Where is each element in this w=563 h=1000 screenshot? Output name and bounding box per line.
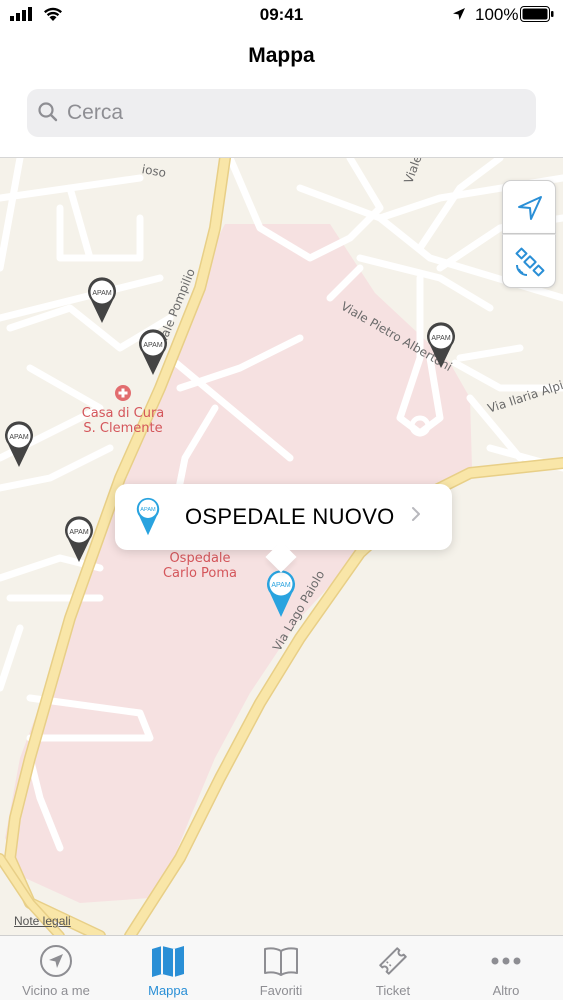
pin-badge-text: APAM bbox=[431, 335, 450, 342]
selected-stop-pin[interactable]: APAM bbox=[265, 568, 297, 623]
map-pin-icon: APAM bbox=[88, 277, 116, 323]
pin-badge-text: APAM bbox=[140, 507, 156, 513]
tab-label: Favoriti bbox=[259, 983, 303, 998]
poi-clinic-line2: S. Clemente bbox=[83, 421, 163, 436]
map-view[interactable]: Viale Pompilio Viale Pietro Albertoni Vi… bbox=[0, 157, 563, 935]
location-arrow-icon bbox=[518, 196, 542, 220]
tab-label: Mappa bbox=[148, 983, 188, 998]
chevron-right-icon[interactable] bbox=[411, 506, 421, 522]
tab-favoriti[interactable]: Favoriti bbox=[225, 936, 337, 1000]
battery-icon bbox=[520, 6, 554, 22]
location-services-icon bbox=[453, 8, 465, 20]
poi-clinic-line1: Casa di Cura bbox=[81, 406, 165, 421]
compass-arrow-icon bbox=[40, 945, 72, 977]
tab-label: Altro bbox=[492, 983, 520, 998]
stop-pin[interactable]: APAM bbox=[86, 276, 118, 329]
search-bar[interactable] bbox=[27, 89, 536, 137]
tab-label: Vicino a me bbox=[22, 983, 90, 998]
legal-notes-link[interactable]: Note legali bbox=[14, 914, 71, 928]
stop-pin[interactable]: APAM bbox=[137, 328, 169, 381]
tab-vicino-a-me[interactable]: Vicino a me bbox=[0, 936, 112, 1000]
pin-badge-text: APAM bbox=[69, 529, 88, 536]
page-title: Mappa bbox=[248, 44, 315, 67]
tab-label: Ticket bbox=[375, 983, 411, 998]
locate-me-button[interactable] bbox=[502, 180, 556, 234]
stop-pin[interactable]: APAM bbox=[3, 420, 35, 473]
stop-pin[interactable]: APAM bbox=[425, 321, 457, 374]
callout-title: OSPEDALE NUOVO bbox=[185, 504, 395, 529]
tab-altro[interactable]: Altro bbox=[450, 936, 562, 1000]
tab-bar: Vicino a me Mappa Favoriti Ticket Altro bbox=[0, 935, 563, 1000]
ticket-icon bbox=[379, 947, 407, 975]
poi-label-hospital[interactable]: Ospedale Carlo Poma bbox=[150, 551, 250, 581]
satellite-view-button[interactable] bbox=[502, 234, 556, 288]
more-dots-icon bbox=[491, 957, 521, 965]
map-pin-icon: APAM bbox=[427, 322, 455, 368]
search-icon bbox=[38, 102, 58, 122]
stop-pin[interactable]: APAM bbox=[63, 515, 95, 568]
stop-callout[interactable]: APAM OSPEDALE NUOVO bbox=[115, 484, 452, 573]
book-icon bbox=[264, 947, 298, 976]
search-input[interactable] bbox=[67, 97, 507, 129]
map-pin-icon: APAM bbox=[267, 570, 295, 617]
map-pin-icon: APAM bbox=[139, 329, 167, 375]
map-pin-icon: APAM bbox=[65, 516, 93, 562]
map-pin-icon: APAM bbox=[136, 497, 160, 536]
status-bar: 09:41 100% bbox=[0, 0, 563, 30]
poi-hospital-line2: Carlo Poma bbox=[162, 566, 238, 581]
pin-badge-text: APAM bbox=[271, 582, 290, 589]
battery-percent: 100% bbox=[475, 5, 519, 24]
pin-badge-text: APAM bbox=[92, 290, 111, 297]
map-pin-icon: APAM bbox=[5, 421, 34, 467]
map-icon bbox=[152, 946, 184, 977]
poi-label-clinic[interactable]: Casa di Cura S. Clemente bbox=[70, 406, 176, 436]
poi-hospital-line1: Ospedale bbox=[169, 551, 231, 566]
satellite-icon bbox=[515, 247, 545, 277]
pin-badge-text: APAM bbox=[9, 434, 28, 441]
pin-badge-text: APAM bbox=[143, 342, 162, 349]
tab-ticket[interactable]: Ticket bbox=[337, 936, 449, 1000]
tab-mappa[interactable]: Mappa bbox=[112, 936, 224, 1000]
